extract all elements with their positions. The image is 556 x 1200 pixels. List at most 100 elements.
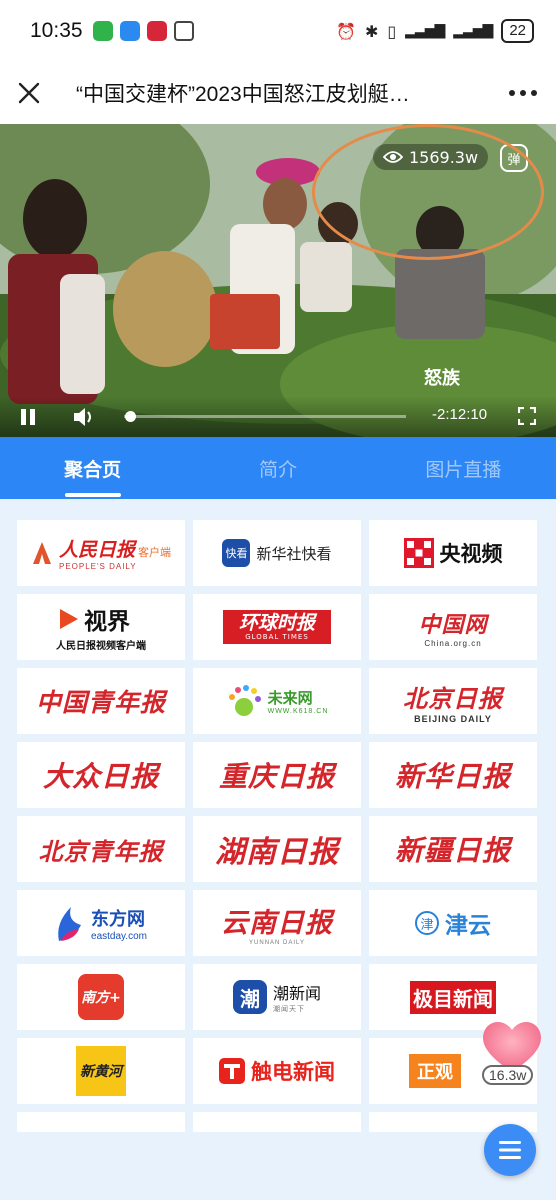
- chudian-t-icon: [219, 1058, 245, 1084]
- tab-photo-live[interactable]: 图片直播: [371, 437, 556, 499]
- renmin-suffix: 客户端: [138, 546, 171, 559]
- page-title: “中国交建杯”2023中国怒江皮划艇…: [76, 83, 410, 106]
- media-tile-bj-youth[interactable]: 北京青年报: [17, 816, 185, 882]
- media-tile-xinhua-daily[interactable]: 新华日报: [369, 742, 537, 808]
- media-tile-chongqing[interactable]: 重庆日报: [193, 742, 361, 808]
- chao-name: 潮新闻: [272, 984, 321, 1003]
- progress-track[interactable]: [124, 415, 406, 418]
- bluetooth-icon: ✱: [364, 21, 379, 41]
- chao-logo: 潮 潮新闻 潮闻天下: [232, 980, 321, 1014]
- status-time: 10:35: [30, 19, 83, 42]
- title-bar: “中国交建杯”2023中国怒江皮划艇…: [0, 62, 556, 124]
- renmin-sub: PEOPLE'S DAILY: [58, 562, 137, 571]
- time-remaining: -2:12:10: [432, 406, 488, 423]
- media-tile-chudian[interactable]: 触电新闻: [193, 1038, 361, 1104]
- xinhuanghe-name: 新黄河: [80, 1064, 122, 1080]
- xinjiang-name: 新疆日报: [394, 834, 511, 867]
- jimu-name: 极目新闻: [410, 980, 496, 1014]
- volume-icon: [74, 408, 91, 426]
- media-tile-qingnian[interactable]: 中国青年报: [17, 668, 185, 734]
- media-grid: 人民日报 客户端 PEOPLE'S DAILY 快看 新华社快看 央视频 视界 …: [17, 520, 537, 1132]
- weilai-sun-icon: [228, 685, 261, 716]
- more-icon: [509, 90, 537, 96]
- media-tile-shijie[interactable]: 视界 人民日报视频客户端: [17, 594, 185, 660]
- renmin-emblem-icon: [32, 542, 51, 564]
- beijing-daily-name: 北京日报: [403, 683, 503, 713]
- huanqiu-sub: GLOBAL TIMES: [245, 633, 309, 641]
- renmin-logo: 人民日报 客户端 PEOPLE'S DAILY: [31, 535, 171, 571]
- china-com-logo: 中国网 China.org.cn: [418, 607, 487, 648]
- tab-intro[interactable]: 简介: [185, 437, 370, 499]
- pause-button[interactable]: [20, 408, 36, 430]
- media-tile-xinjiang[interactable]: 新疆日报: [369, 816, 537, 882]
- signal-icon-2: ▂▃▅▇: [453, 23, 493, 39]
- chudian-logo: 触电新闻: [219, 1056, 335, 1086]
- cctv-logo: 央视频: [403, 538, 503, 568]
- jinyun-logo: 津 津云: [415, 906, 491, 940]
- media-tile-xinhuanghe[interactable]: 新黄河: [17, 1038, 185, 1104]
- xinhua-daily-name: 新华日报: [394, 760, 511, 793]
- tab-aggregate[interactable]: 聚合页: [0, 437, 185, 499]
- close-icon: [18, 82, 40, 104]
- cctv-grid-icon: [403, 538, 434, 568]
- media-tile-yunnan[interactable]: 云南日报 YUNNAN DAILY: [193, 890, 361, 956]
- cctv-name: 央视频: [439, 542, 503, 566]
- media-tile-china-com[interactable]: 中国网 China.org.cn: [369, 594, 537, 660]
- media-grid-area: 人民日报 客户端 PEOPLE'S DAILY 快看 新华社快看 央视频 视界 …: [0, 499, 556, 1200]
- yunnan-logo: 云南日报 YUNNAN DAILY: [221, 901, 333, 946]
- media-tile-weilai[interactable]: 未来网 WWW.K618.CN: [193, 668, 361, 734]
- yunnan-name: 云南日报: [221, 907, 333, 939]
- eastday-name: 东方网: [91, 908, 146, 930]
- media-tile-nanfang[interactable]: 南方+: [17, 964, 185, 1030]
- media-tile-jinyun[interactable]: 津 津云: [369, 890, 537, 956]
- eastday-flame-icon: [58, 907, 82, 941]
- eastday-sub: eastday.com: [91, 930, 147, 942]
- media-tile-partial-2[interactable]: [193, 1112, 361, 1132]
- media-tile-partial-1[interactable]: [17, 1112, 185, 1132]
- huanqiu-name: 环球时报: [238, 612, 315, 634]
- renmin-name: 人民日报: [58, 539, 135, 561]
- annotation-circle: [312, 124, 544, 260]
- zhengguan-logo: 正观: [409, 1054, 461, 1088]
- jinyun-badge-icon: 津: [415, 911, 439, 935]
- fullscreen-button[interactable]: [517, 406, 537, 429]
- media-tile-hunan[interactable]: 湖南日报: [193, 816, 361, 882]
- zhengguan-name: 正观: [417, 1062, 453, 1083]
- media-tile-renmin[interactable]: 人民日报 客户端 PEOPLE'S DAILY: [17, 520, 185, 586]
- chudian-name: 触电新闻: [251, 1060, 335, 1084]
- media-tile-cctv[interactable]: 央视频: [369, 520, 537, 586]
- media-tile-huanqiu[interactable]: 环球时报 GLOBAL TIMES: [193, 594, 361, 660]
- chao-sub: 潮闻天下: [272, 1006, 305, 1013]
- progress-knob[interactable]: [124, 411, 136, 422]
- media-tile-eastday[interactable]: 东方网 eastday.com: [17, 890, 185, 956]
- close-button[interactable]: [0, 62, 58, 124]
- video-player[interactable]: 1569.3w 弹 怒族 -2:12:10: [0, 124, 556, 437]
- media-tile-dazhong[interactable]: 大众日报: [17, 742, 185, 808]
- status-right: ⏰ ✱ ▯ ▂▃▅▇ ▂▃▅▇ 22: [336, 19, 534, 43]
- kuaikan-badge-icon: 快看: [222, 539, 251, 567]
- media-tile-beijing-daily[interactable]: 北京日报 BEIJING DAILY: [369, 668, 537, 734]
- status-bar: 10:35 ⏰ ✱ ▯ ▂▃▅▇ ▂▃▅▇ 22: [0, 0, 556, 62]
- pause-icon: [21, 409, 35, 425]
- tab-bar: 聚合页 简介 图片直播: [0, 437, 556, 499]
- weilai-sub: WWW.K618.CN: [267, 708, 329, 715]
- jimu-logo: 极目新闻: [410, 980, 496, 1014]
- bj-youth-name: 北京青年报: [38, 836, 164, 866]
- media-tile-chao[interactable]: 潮 潮新闻 潮闻天下: [193, 964, 361, 1030]
- battery-indicator: 22: [501, 19, 534, 43]
- volume-button[interactable]: [72, 406, 96, 432]
- nfc-icon: [173, 21, 194, 41]
- menu-fab-button[interactable]: [484, 1124, 536, 1176]
- chongqing-name: 重庆日报: [218, 760, 335, 793]
- app-notification-icon: [146, 21, 167, 41]
- vibrate-icon: ▯: [387, 21, 397, 41]
- more-options-button[interactable]: [490, 62, 556, 124]
- eastday-logo: 东方网 eastday.com: [55, 903, 147, 943]
- chao-badge-icon: 潮: [232, 980, 267, 1014]
- beijing-daily-logo: 北京日报 BEIJING DAILY: [403, 679, 503, 724]
- media-tile-xinhua-kuaikan[interactable]: 快看 新华社快看: [193, 520, 361, 586]
- jinyun-name: 津云: [445, 913, 491, 939]
- fullscreen-icon: [517, 406, 537, 426]
- xinhua-kuaikan-name: 新华社快看: [256, 544, 332, 563]
- china-com-sub: China.org.cn: [424, 638, 482, 648]
